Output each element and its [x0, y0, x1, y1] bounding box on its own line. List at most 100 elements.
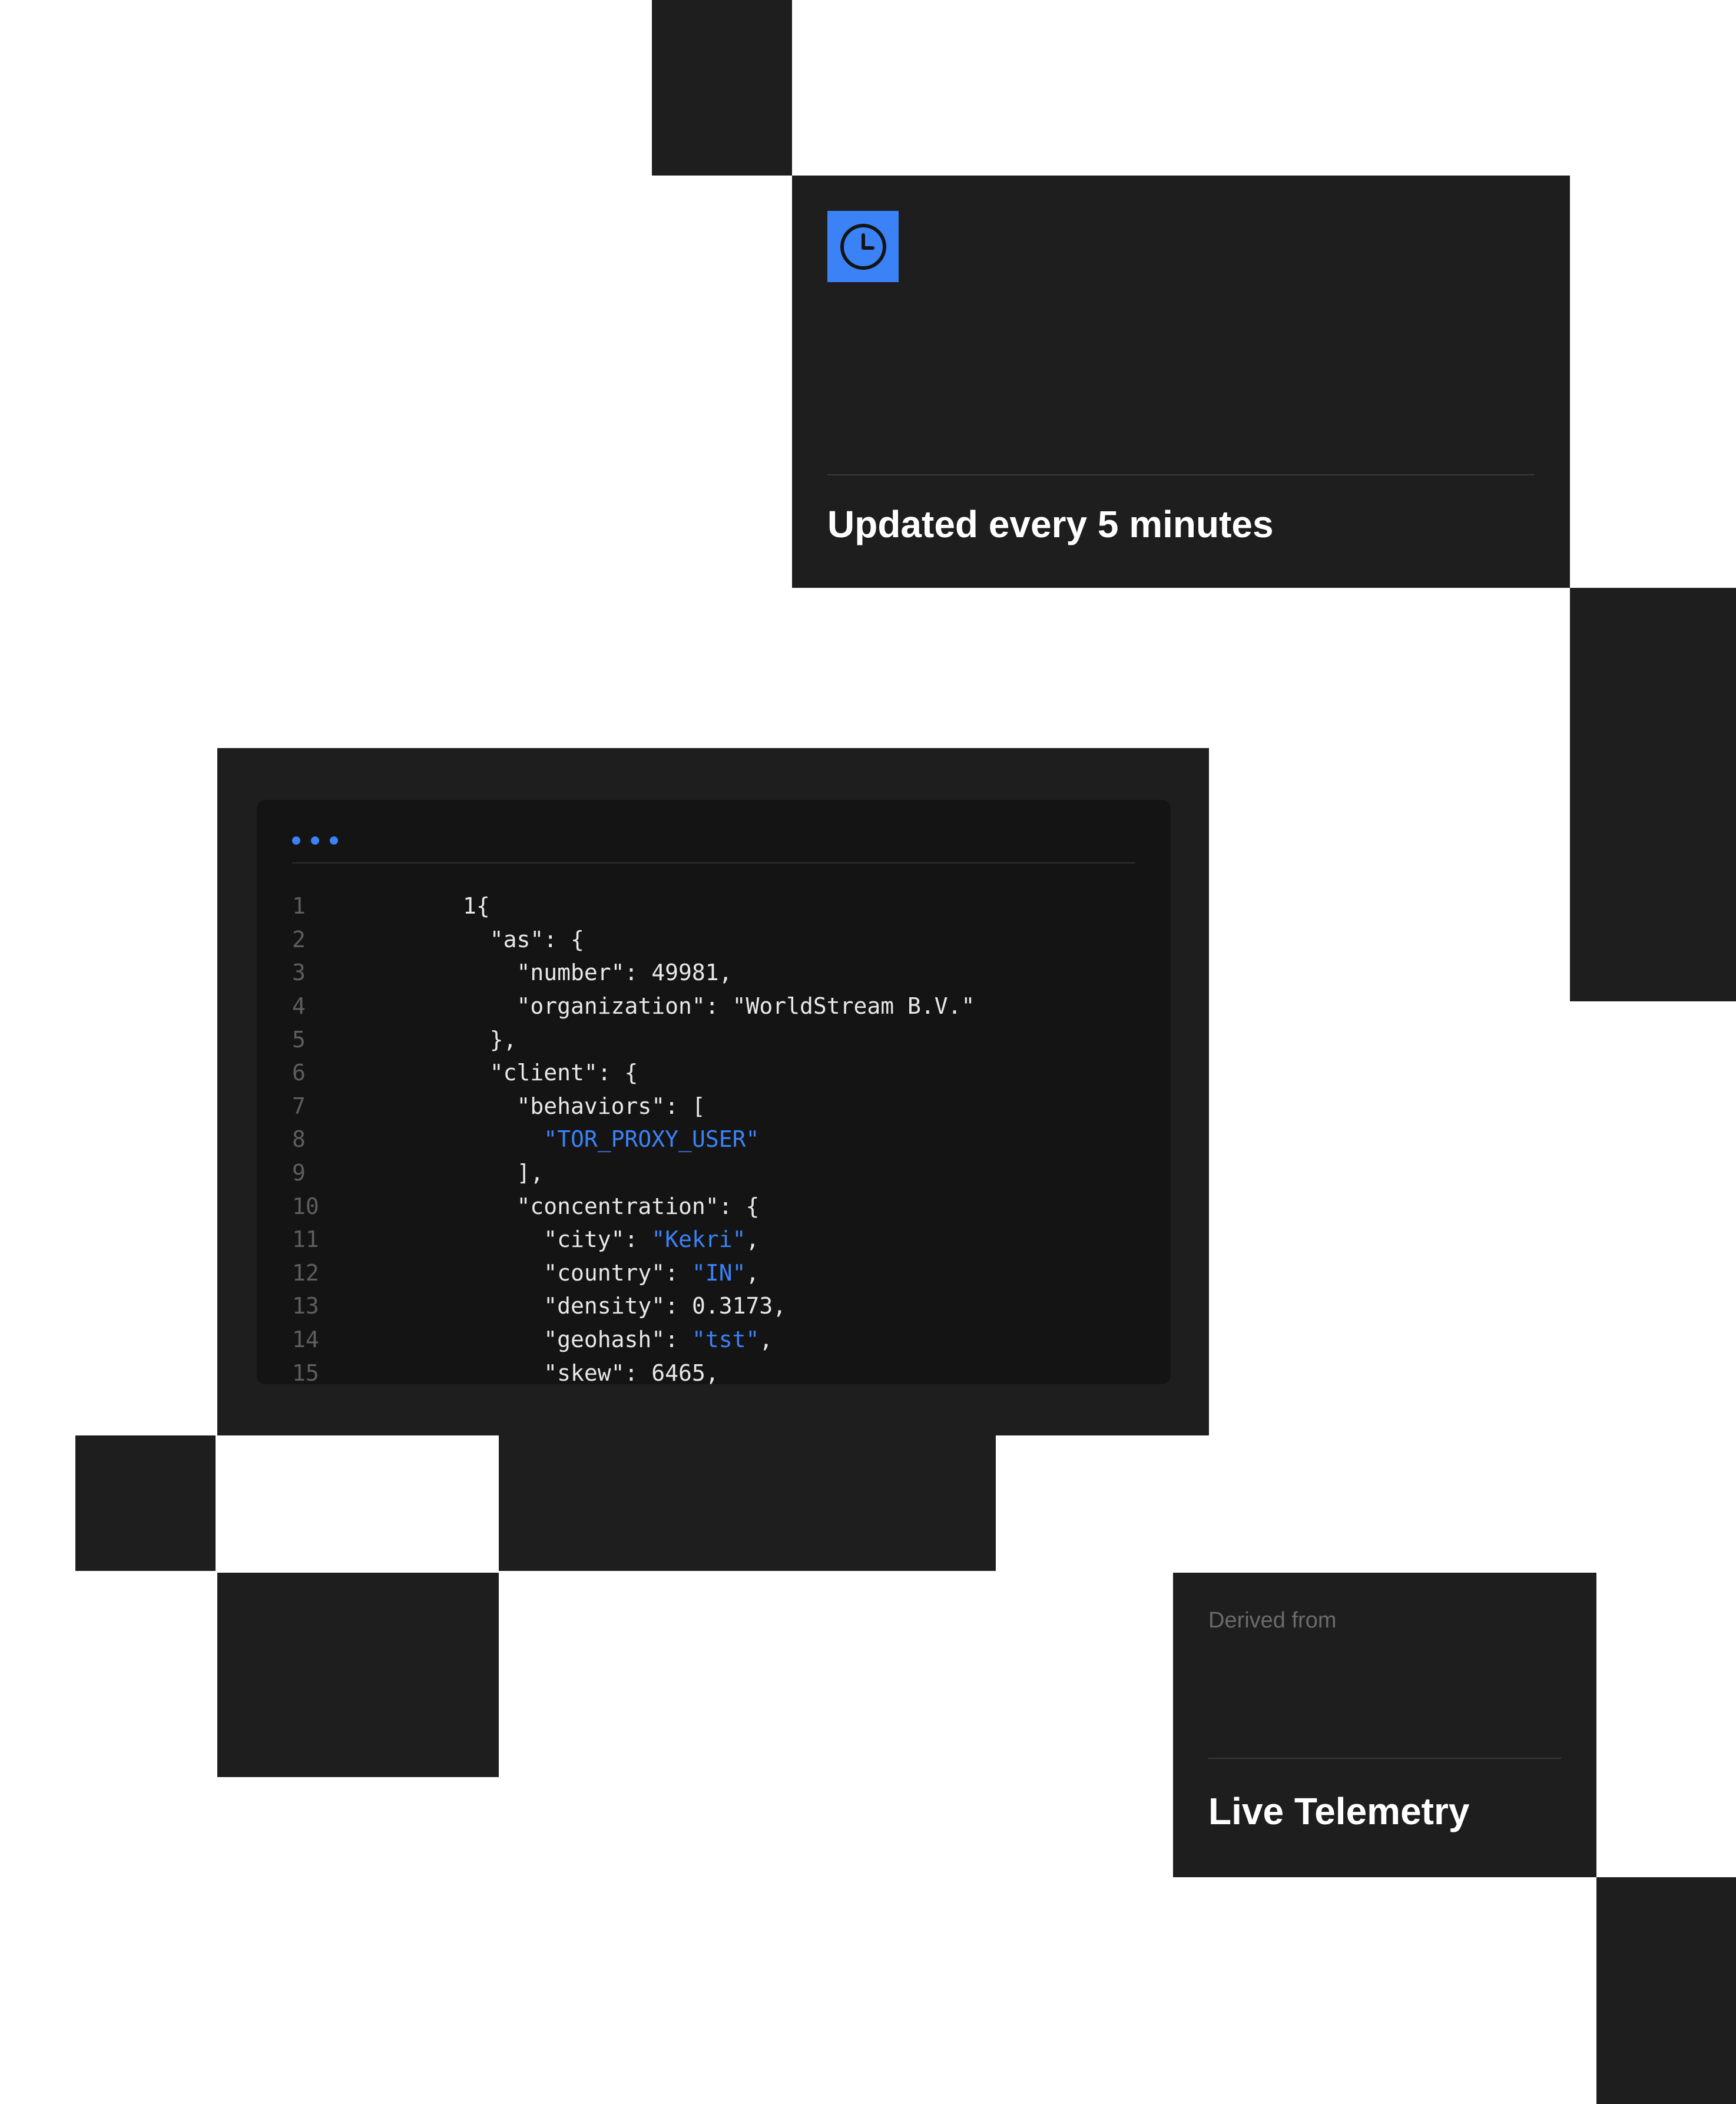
code-text: "client": {	[463, 1060, 638, 1086]
line-number: 11	[292, 1226, 319, 1253]
code-token: "country":	[544, 1259, 692, 1286]
line-number: 2	[292, 926, 306, 952]
code-text: "concentration": {	[463, 1193, 760, 1219]
line-number: 13	[292, 1293, 319, 1319]
code-line: 12 "country": "IN",	[292, 1256, 1135, 1290]
line-number: 8	[292, 1126, 306, 1153]
code-text: "organization": "WorldStream B.V."	[463, 993, 975, 1019]
decor-block	[217, 1573, 499, 1777]
telemetry-title: Live Telemetry	[1208, 1790, 1470, 1832]
card-divider	[1208, 1758, 1561, 1759]
line-number: 12	[292, 1259, 319, 1286]
window-dot-icon	[311, 836, 319, 845]
code-token: "behaviors": [	[516, 1093, 705, 1119]
code-line: 5 },	[292, 1023, 1135, 1056]
code-line: 3 "number": 49981,	[292, 956, 1135, 990]
code-token: "client": {	[489, 1060, 638, 1086]
window-dot-icon	[330, 836, 338, 845]
code-line: 8 "TOR_PROXY_USER"	[292, 1123, 1135, 1156]
line-number: 4	[292, 993, 306, 1020]
line-number: 6	[292, 1060, 306, 1086]
window-dot-icon	[292, 836, 300, 845]
line-number: 9	[292, 1160, 306, 1186]
telemetry-card: Derived from Live Telemetry	[1173, 1573, 1596, 1877]
code-text: "city": "Kekri",	[463, 1226, 759, 1252]
code-lines: 1 1{2 "as": {3 "number": 49981, 4 "organiz…	[292, 889, 1135, 1384]
line-number: 7	[292, 1093, 306, 1119]
line-number: 5	[292, 1026, 306, 1053]
code-token: "as": {	[489, 926, 584, 952]
code-line: 10 "concentration": {	[292, 1189, 1135, 1223]
decor-block	[75, 1435, 216, 1571]
code-text: ],	[463, 1160, 544, 1186]
code-text: 1{	[463, 893, 490, 919]
code-line: 6 "client": {	[292, 1056, 1135, 1090]
code-line: 9 ],	[292, 1156, 1135, 1190]
code-text: "as": {	[463, 927, 584, 952]
code-token: ,	[759, 1326, 773, 1353]
window-controls	[292, 836, 338, 845]
code-text: "behaviors": [	[463, 1093, 705, 1119]
card-divider	[827, 474, 1535, 475]
clock-icon	[827, 211, 899, 282]
code-line: 2 "as": {	[292, 923, 1135, 957]
code-token: "number": 49981,	[516, 960, 733, 986]
code-line: 7 "behaviors": [	[292, 1090, 1135, 1123]
line-number: 14	[292, 1326, 319, 1353]
code-token: "geohash":	[544, 1326, 692, 1353]
code-string: "TOR_PROXY_USER"	[544, 1126, 760, 1153]
code-header-divider	[292, 862, 1135, 864]
code-token: ,	[746, 1226, 760, 1253]
code-line: 11 "city": "Kekri",	[292, 1223, 1135, 1256]
code-string: "IN"	[691, 1259, 746, 1286]
line-number: 1	[292, 893, 306, 919]
update-frequency-card: Updated every 5 minutes	[792, 176, 1570, 588]
code-text: "geohash": "tst",	[463, 1326, 773, 1352]
update-frequency-title: Updated every 5 minutes	[827, 503, 1274, 545]
code-line: 15 "skew": 6465,	[292, 1356, 1135, 1384]
code-token: "organization": "WorldStream B.V."	[516, 993, 975, 1020]
decor-block	[652, 0, 792, 176]
code-token: ,	[746, 1259, 760, 1286]
code-token: "city":	[544, 1226, 652, 1253]
line-number: 3	[292, 960, 306, 986]
code-token: "skew": 6465,	[544, 1359, 719, 1384]
code-line: 14 "geohash": "tst",	[292, 1323, 1135, 1357]
line-number: 15	[292, 1359, 319, 1384]
code-text: "number": 49981,	[463, 960, 733, 985]
code-text: },	[463, 1027, 517, 1053]
decor-block	[1596, 1877, 1736, 2104]
telemetry-label: Derived from	[1208, 1608, 1337, 1633]
code-token: ],	[516, 1160, 544, 1186]
decor-block	[1570, 588, 1736, 1001]
code-token: "concentration": {	[516, 1193, 760, 1219]
code-token: },	[489, 1026, 517, 1053]
code-token: "density": 0.3173,	[544, 1293, 787, 1319]
code-window: 1 1{2 "as": {3 "number": 49981, 4 "organiz…	[257, 800, 1171, 1384]
code-line: 1 1{	[292, 889, 1135, 923]
line-number: 10	[292, 1193, 319, 1219]
code-string: "Kekri"	[651, 1226, 746, 1253]
code-text: "country": "IN",	[463, 1260, 759, 1286]
code-text: "skew": 6465,	[463, 1359, 719, 1384]
code-line: 4 "organization": "WorldStream B.V."	[292, 990, 1135, 1023]
code-string: "tst"	[691, 1326, 760, 1353]
code-line: 13 "density": 0.3173,	[292, 1289, 1135, 1323]
decor-block	[499, 1435, 996, 1571]
code-text: "density": 0.3173,	[463, 1293, 786, 1319]
code-token: 1{	[463, 893, 490, 919]
